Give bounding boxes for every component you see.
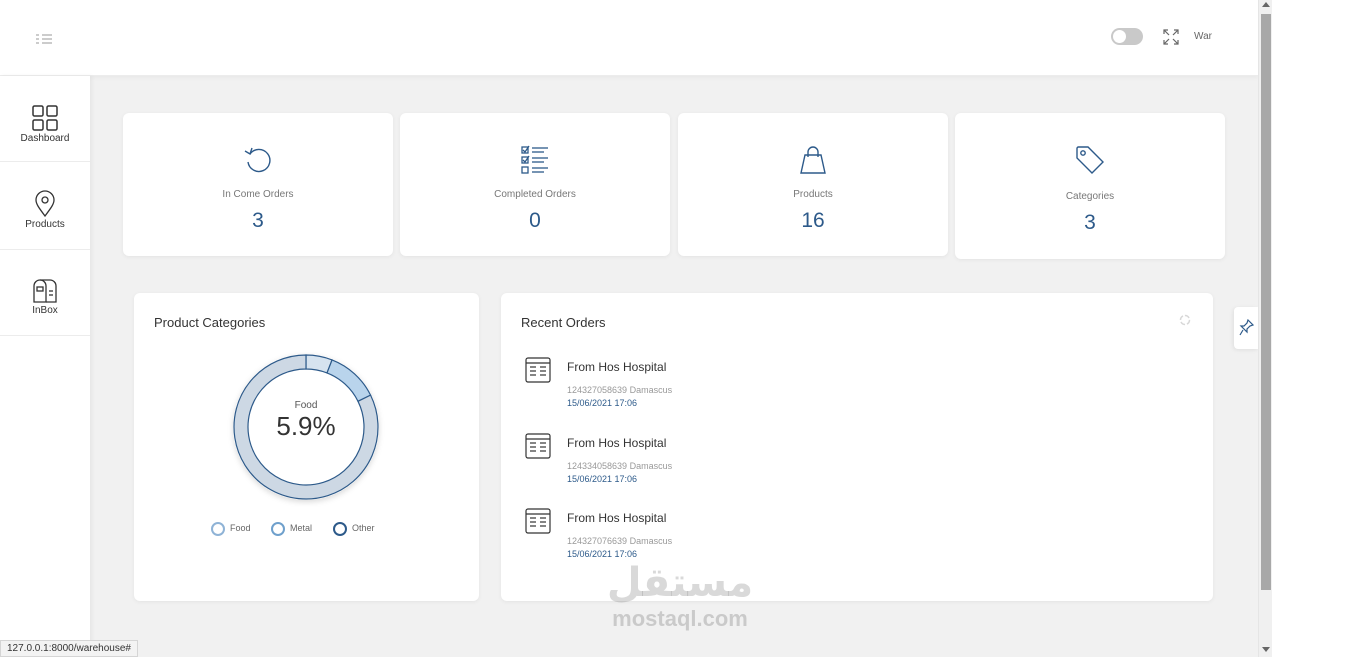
stat-value: 3	[252, 209, 264, 232]
order-title: From Hos Hospital	[567, 360, 667, 374]
pin-button[interactable]	[1234, 307, 1258, 349]
donut-center-label: Food	[295, 400, 318, 411]
document-icon	[525, 508, 551, 534]
scroll-up-arrow[interactable]	[1262, 2, 1270, 7]
order-item[interactable]: From Hos Hospital 124334058639 Damascus …	[525, 433, 925, 493]
sidebar-item-label: InBox	[32, 305, 58, 316]
order-date: 15/06/2021 17:06	[567, 474, 638, 484]
scroll-thumb[interactable]	[1261, 14, 1271, 590]
top-bar: War	[0, 0, 1258, 76]
loading-spinner-icon[interactable]	[1179, 314, 1191, 326]
donut-center-value: 5.9%	[276, 411, 335, 441]
vertical-scrollbar[interactable]	[1258, 0, 1272, 657]
order-subtitle: 124334058639 Damascus	[567, 461, 673, 471]
panel-title: Recent Orders	[521, 315, 606, 330]
sidebar: Dashboard Products InBox	[0, 76, 90, 657]
app-viewport: War Dashboard Products InBox In Come Ord…	[0, 0, 1258, 657]
order-item[interactable]: From Hos Hospital 124327076639 Damascus …	[525, 508, 925, 568]
tag-icon	[1076, 146, 1104, 174]
sidebar-item-label: Products	[25, 219, 65, 230]
watermark-arabic: مستقل	[606, 560, 754, 606]
stat-card-incoming-orders[interactable]: In Come Orders 3	[123, 113, 393, 256]
order-date: 15/06/2021 17:06	[567, 398, 638, 408]
stat-value: 16	[801, 209, 825, 232]
mailbox-icon	[33, 279, 57, 303]
order-item[interactable]: From Hos Hospital 124327058639 Damascus …	[525, 357, 925, 417]
stat-label: Completed Orders	[494, 189, 576, 200]
stat-label: Categories	[1065, 191, 1115, 202]
order-date: 15/06/2021 17:06	[567, 549, 638, 559]
watermark: مستقل mostaql.com	[570, 560, 790, 650]
legend-dot	[333, 522, 347, 536]
order-title: From Hos Hospital	[567, 436, 667, 450]
order-title: From Hos Hospital	[567, 511, 667, 525]
legend-dot	[211, 522, 225, 536]
recent-orders-panel: Recent Orders From Hos Hospital 12432705…	[501, 293, 1213, 601]
document-icon	[525, 357, 551, 383]
legend-label: Food	[230, 523, 251, 533]
stat-card-categories[interactable]: Categories 3	[955, 113, 1225, 259]
menu-toggle-icon[interactable]	[33, 31, 55, 47]
stat-label: In Come Orders	[222, 189, 294, 200]
fullscreen-icon[interactable]	[1163, 29, 1179, 45]
stat-label: Products	[793, 189, 833, 200]
grid-icon	[32, 105, 58, 131]
status-url: 127.0.0.1:8000/warehouse#	[0, 640, 138, 657]
location-pin-icon	[35, 190, 55, 218]
sidebar-item-dashboard[interactable]: Dashboard	[0, 76, 90, 162]
sidebar-item-label: Dashboard	[20, 133, 70, 144]
theme-toggle[interactable]	[1111, 28, 1143, 45]
toggle-knob	[1113, 30, 1126, 43]
watermark-latin: mostaql.com	[612, 606, 748, 631]
document-icon	[525, 433, 551, 459]
chart-legend: Food Metal Other	[134, 521, 479, 537]
refresh-icon	[244, 147, 271, 173]
scroll-down-arrow[interactable]	[1262, 647, 1270, 652]
pin-icon	[1239, 319, 1254, 336]
order-subtitle: 124327076639 Damascus	[567, 536, 673, 546]
product-categories-panel: Product Categories Food 5.9% Food Metal …	[134, 293, 479, 601]
stat-card-products[interactable]: Products 16	[678, 113, 948, 256]
stat-value: 0	[529, 209, 541, 232]
stat-card-completed-orders[interactable]: Completed Orders 0	[400, 113, 670, 256]
stat-value: 3	[1084, 211, 1096, 234]
user-menu[interactable]: War	[1194, 31, 1212, 42]
legend-label: Metal	[290, 523, 313, 533]
categories-donut-chart[interactable]: Food 5.9%	[226, 347, 386, 507]
sidebar-item-products[interactable]: Products	[0, 164, 90, 250]
checklist-icon	[521, 145, 548, 174]
sidebar-item-inbox[interactable]: InBox	[0, 250, 90, 336]
order-subtitle: 124327058639 Damascus	[567, 385, 673, 395]
legend-label: Other	[352, 523, 375, 533]
panel-title: Product Categories	[154, 315, 266, 330]
legend-dot	[271, 522, 285, 536]
shopping-bag-icon	[800, 146, 826, 174]
